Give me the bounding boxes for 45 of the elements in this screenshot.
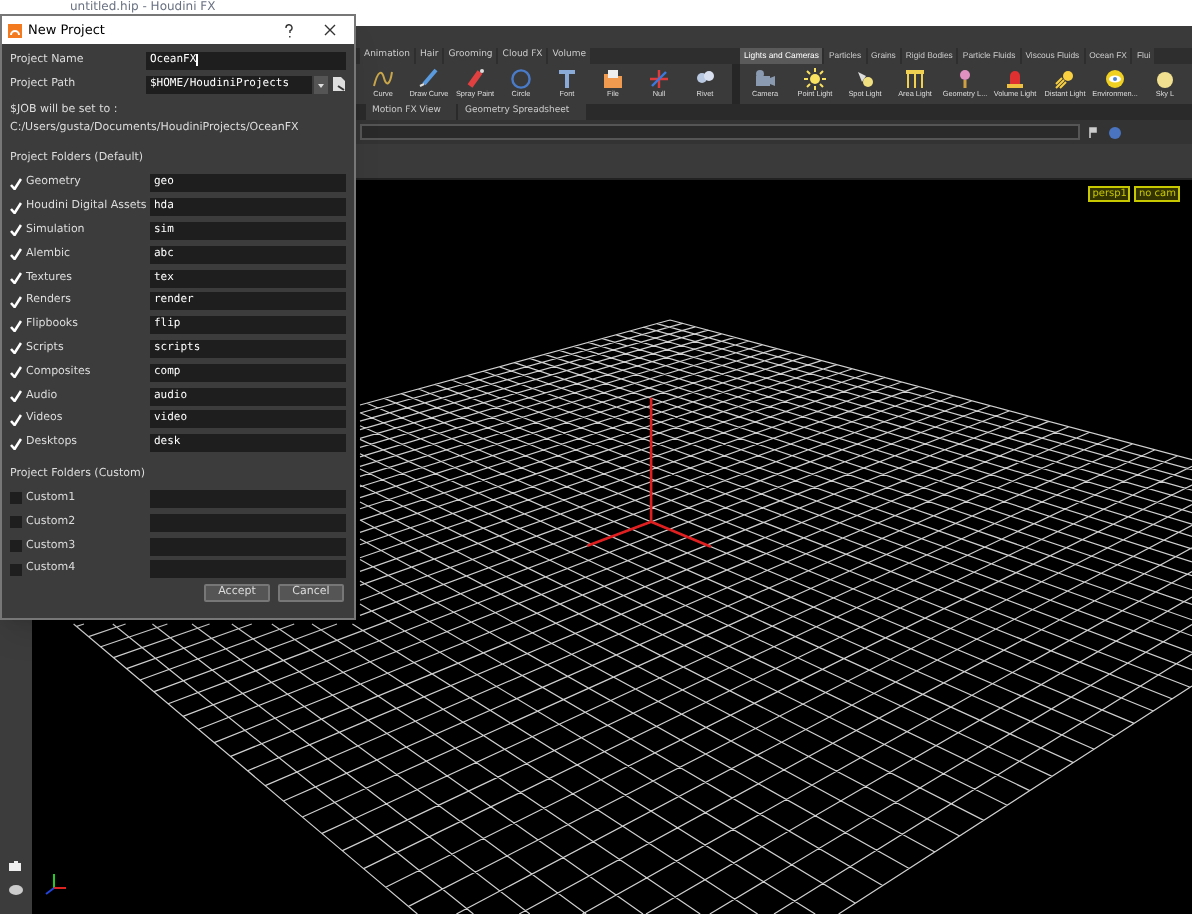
eye-icon bbox=[1104, 68, 1126, 90]
checkbox[interactable] bbox=[10, 413, 22, 426]
folder-field[interactable] bbox=[150, 513, 346, 532]
checkbox[interactable] bbox=[10, 437, 22, 450]
checkbox[interactable] bbox=[10, 540, 22, 553]
folder-field[interactable] bbox=[150, 489, 346, 508]
checkbox[interactable] bbox=[10, 319, 22, 332]
app-logo-icon bbox=[8, 23, 22, 37]
checkbox[interactable] bbox=[10, 492, 22, 505]
checkbox[interactable] bbox=[10, 201, 22, 214]
sun-icon bbox=[804, 68, 826, 90]
checkbox[interactable] bbox=[10, 563, 22, 576]
checkbox[interactable] bbox=[10, 390, 22, 403]
camera-icon bbox=[754, 68, 776, 90]
checkbox[interactable] bbox=[10, 366, 22, 379]
siren-icon bbox=[1004, 68, 1026, 90]
axis-gizmo-icon bbox=[44, 870, 72, 898]
folder-icon bbox=[602, 68, 624, 90]
null-icon bbox=[648, 68, 670, 90]
help-icon[interactable] bbox=[284, 23, 294, 37]
globe-icon[interactable] bbox=[1108, 125, 1122, 139]
spray-can-icon bbox=[464, 68, 486, 90]
folder-field[interactable] bbox=[150, 537, 346, 556]
checkbox[interactable] bbox=[10, 272, 22, 285]
bulb-icon bbox=[954, 68, 976, 90]
path-field[interactable] bbox=[360, 124, 1080, 140]
spotlight-icon bbox=[854, 68, 876, 90]
pen-icon bbox=[418, 68, 440, 90]
close-icon[interactable] bbox=[324, 24, 336, 36]
dropdown-icon[interactable] bbox=[314, 75, 328, 93]
folder-browse-icon[interactable] bbox=[332, 76, 346, 92]
checkbox[interactable] bbox=[10, 295, 22, 308]
checkbox[interactable] bbox=[10, 516, 22, 529]
camera-icon[interactable] bbox=[8, 860, 24, 874]
folder-field[interactable] bbox=[150, 560, 346, 579]
area-light-icon bbox=[904, 68, 926, 90]
circle-icon bbox=[510, 68, 532, 90]
checkbox[interactable] bbox=[10, 248, 22, 261]
checkbox[interactable] bbox=[10, 177, 22, 190]
comet-icon bbox=[1054, 68, 1076, 90]
disc-icon[interactable] bbox=[8, 882, 24, 898]
checkbox[interactable] bbox=[10, 224, 22, 237]
t-shape-icon bbox=[556, 68, 578, 90]
checkbox[interactable] bbox=[10, 342, 22, 355]
curve-icon bbox=[372, 68, 394, 90]
